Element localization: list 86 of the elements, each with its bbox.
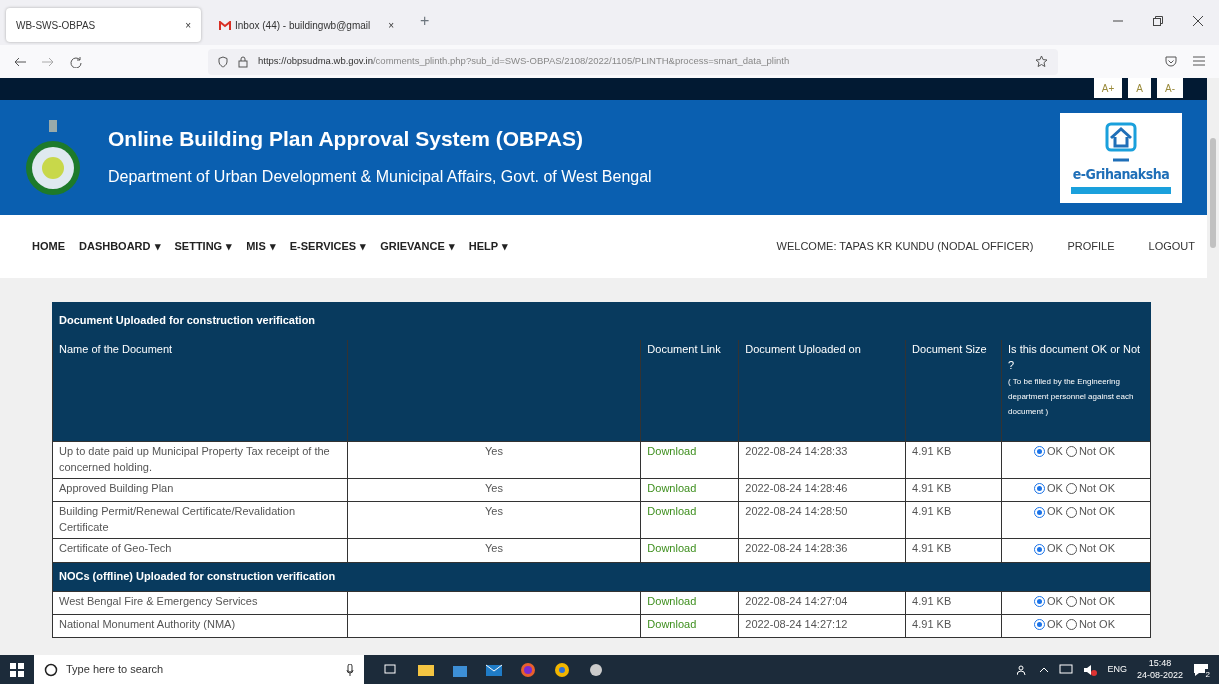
font-size-button[interactable]: A bbox=[1128, 78, 1151, 98]
nav-link[interactable]: HELP ▾ bbox=[468, 238, 509, 255]
nav-link[interactable]: SETTING ▾ bbox=[174, 238, 233, 255]
table-cell: 4.91 KB bbox=[905, 614, 1002, 638]
nav-link[interactable]: DASHBOARD ▾ bbox=[79, 238, 161, 255]
table-cell: 4.91 KB bbox=[905, 501, 1002, 539]
brand-logo: e-Grihanaksha bbox=[1060, 112, 1182, 203]
back-icon[interactable] bbox=[14, 56, 26, 67]
table-cell: Yes bbox=[347, 441, 641, 479]
table-cell: 2022-08-24 14:27:04 bbox=[738, 591, 906, 615]
nav-link[interactable]: MIS ▾ bbox=[246, 238, 276, 255]
language-indicator[interactable]: ENG bbox=[1107, 662, 1127, 677]
windows-icon[interactable] bbox=[10, 662, 24, 677]
nav-link[interactable]: E-SERVICES ▾ bbox=[289, 238, 367, 255]
table-cell: 2022-08-24 14:28:46 bbox=[738, 478, 906, 502]
network-icon[interactable] bbox=[1059, 663, 1074, 676]
table-cell: 2022-08-24 14:28:33 bbox=[738, 441, 906, 479]
address-bar[interactable]: https://obpsudma.wb.gov.in/comments_plinth.php?sub_id=SWS-OBPAS/2108/2022/1105/PLINTH&process=smart_data_plinth bbox=[208, 48, 1058, 75]
browser-tab[interactable]: Inbox (44) - buildingwb@gmail × bbox=[209, 8, 404, 42]
nav-link[interactable]: GRIEVANCE ▾ bbox=[380, 238, 455, 255]
microphone-icon bbox=[346, 663, 354, 676]
radio-label: OK bbox=[1047, 593, 1063, 609]
nav-link[interactable]: LOGOUT bbox=[1148, 238, 1195, 255]
clock-date[interactable]: 24-08-2022 bbox=[1136, 669, 1183, 681]
restore-icon[interactable] bbox=[1153, 16, 1163, 26]
radio-label: OK bbox=[1047, 541, 1063, 557]
table-cell: Yes bbox=[347, 501, 641, 539]
radio-label: Not OK bbox=[1078, 504, 1115, 520]
lock-icon bbox=[238, 55, 248, 68]
table-cell: National Monument Authority (NMA) bbox=[52, 614, 348, 638]
column-header: Name of the Document bbox=[52, 339, 348, 442]
table-cell: Building Permit/Renewal Certificate/Revalidation Certificate bbox=[52, 501, 348, 539]
table-cell: 4.91 KB bbox=[905, 538, 1002, 563]
column-header: Document Link bbox=[640, 339, 739, 442]
welcome-text: WELCOME: TAPAS KR KUNDU (NODAL OFFICER) bbox=[776, 239, 1034, 255]
table-cell: Up to date paid up Municipal Property Tax receipt of the concerned holding. bbox=[52, 441, 348, 479]
close-icon[interactable] bbox=[1193, 16, 1203, 26]
browser-tab[interactable]: WB-SWS-OBPAS × bbox=[6, 8, 201, 42]
column-header: Is this document OK or Not ? ( To be filled by the Engineering department personnel against each document ) bbox=[1001, 339, 1151, 442]
speaker-icon[interactable] bbox=[1083, 663, 1098, 676]
radio-label: Not OK bbox=[1078, 593, 1115, 609]
table-cell: Certificate of Geo-Tech bbox=[52, 538, 348, 563]
column-header: Document Uploaded on bbox=[738, 339, 906, 442]
close-tab-button[interactable]: × bbox=[185, 17, 191, 33]
table-cell: 2022-08-24 14:27:12 bbox=[738, 614, 906, 638]
table-cell: West Bengal Fire & Emergency Services bbox=[52, 591, 348, 615]
table-title: Document Uploaded for construction verification bbox=[52, 302, 1151, 340]
pocket-icon[interactable] bbox=[1165, 56, 1177, 67]
mail-icon bbox=[219, 20, 231, 30]
table-cell: 4.91 KB bbox=[905, 441, 1002, 479]
radio-label: Not OK bbox=[1078, 444, 1115, 459]
search-icon bbox=[44, 662, 58, 677]
reload-icon[interactable] bbox=[70, 55, 82, 68]
table-cell: Yes bbox=[347, 478, 641, 502]
shield-icon bbox=[218, 55, 228, 68]
radio-label: OK bbox=[1047, 616, 1063, 632]
column-header: Document Size bbox=[905, 339, 1002, 442]
notification-icon[interactable] bbox=[1193, 662, 1209, 677]
table-cell: Yes bbox=[347, 538, 641, 563]
nav-link[interactable]: PROFILE bbox=[1067, 238, 1115, 255]
download-link[interactable]: Download bbox=[647, 445, 697, 457]
table-cell: Approved Building Plan bbox=[52, 478, 348, 502]
table-cell: 4.91 KB bbox=[905, 591, 1002, 615]
table-cell: 2022-08-24 14:28:36 bbox=[738, 538, 906, 563]
star-icon[interactable] bbox=[1035, 55, 1048, 68]
radio-label: OK bbox=[1047, 444, 1063, 459]
scrollbar[interactable] bbox=[1207, 78, 1219, 655]
font-size-button[interactable]: A- bbox=[1157, 78, 1183, 98]
site-title: Online Building Plan Approval System (OBPAS) bbox=[108, 125, 584, 152]
clock-time[interactable]: 15:48 bbox=[1136, 658, 1183, 670]
radio-label: Not OK bbox=[1078, 480, 1115, 496]
chevron-icon[interactable] bbox=[1039, 666, 1050, 673]
url-text: https://obpsudma.wb.gov.in/comments_plinth.php?sub_id=SWS-OBPAS/2108/2022/1105/PLINTH&process=smart_data_plinth bbox=[258, 54, 791, 69]
radio-label: Not OK bbox=[1078, 616, 1115, 632]
new-tab-button[interactable]: + bbox=[412, 9, 438, 33]
close-tab-button[interactable]: × bbox=[388, 17, 394, 33]
site-subtitle: Department of Urban Development & Municipal Affairs, Govt. of West Bengal bbox=[108, 167, 652, 188]
radio-label: Not OK bbox=[1078, 541, 1115, 557]
download-link[interactable]: Download bbox=[647, 505, 697, 518]
radio-label: OK bbox=[1047, 480, 1063, 496]
taskbar-search[interactable]: Type here to search bbox=[34, 655, 364, 684]
radio-label: OK bbox=[1047, 504, 1063, 520]
section-header: NOCs (offline) Uploaded for construction verification bbox=[52, 562, 1151, 591]
table-cell: 2022-08-24 14:28:50 bbox=[738, 501, 906, 539]
nav-link[interactable]: HOME bbox=[32, 238, 65, 255]
table-cell: 4.91 KB bbox=[905, 478, 1002, 502]
